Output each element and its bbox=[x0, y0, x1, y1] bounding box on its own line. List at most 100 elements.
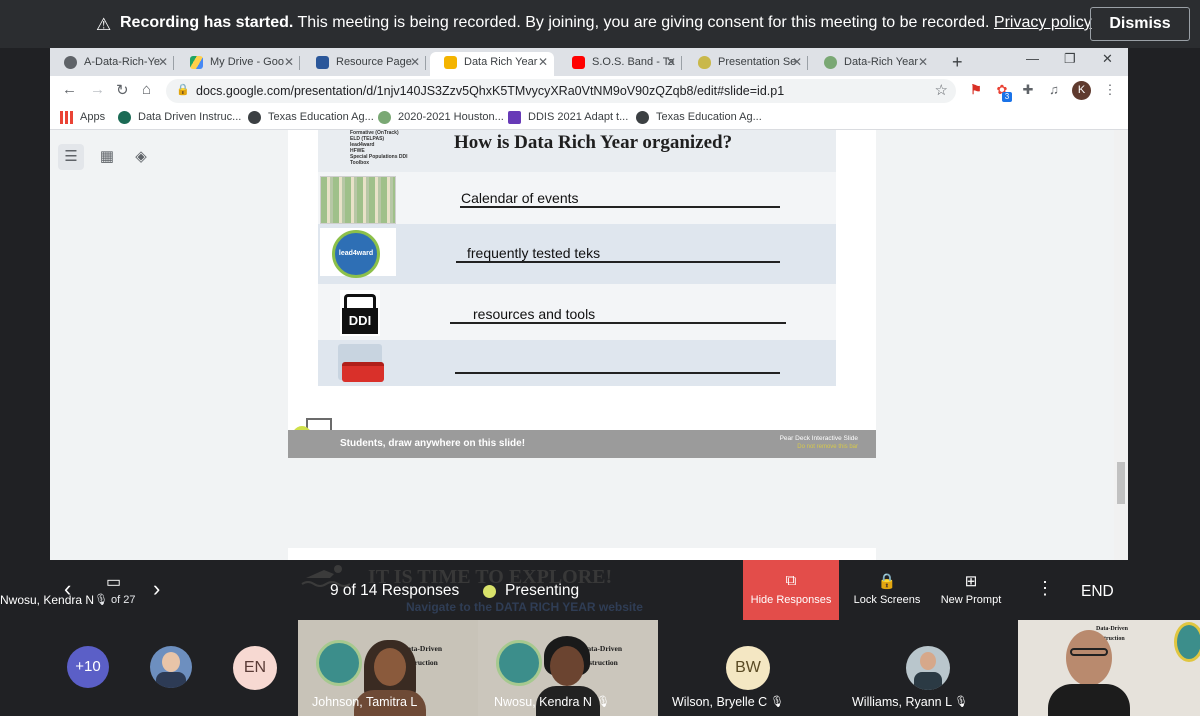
scrollbar[interactable] bbox=[1114, 130, 1128, 560]
bookmark-apps[interactable]: Apps bbox=[60, 111, 105, 124]
globe-icon bbox=[64, 56, 77, 69]
tab-resource-page[interactable]: Resource Page ✕ bbox=[302, 52, 426, 76]
puzzle-icon[interactable]: ✚ bbox=[1020, 82, 1036, 98]
participant-video-host[interactable]: Data-Driven Instruction bbox=[1018, 620, 1200, 716]
participant-name: Nwosu, Kendra N bbox=[494, 695, 592, 709]
mic-muted-icon: 🎙 bbox=[596, 696, 610, 708]
slide-row-blank bbox=[318, 340, 836, 386]
previous-slide-icon[interactable]: ‹ bbox=[64, 576, 71, 602]
bookmark-houston[interactable]: 2020-2021 Houston... bbox=[378, 111, 504, 124]
close-icon[interactable]: ✕ bbox=[918, 52, 928, 72]
extension-badge: 3 bbox=[1002, 92, 1012, 102]
new-tab-icon[interactable]: + bbox=[952, 52, 963, 73]
minimize-icon[interactable]: — bbox=[1026, 51, 1039, 66]
google-drive-icon bbox=[190, 56, 203, 69]
profile-avatar[interactable]: K bbox=[1072, 81, 1091, 100]
tab-sos-band[interactable]: S.O.S. Band - Ta ✕ bbox=[558, 52, 682, 76]
row-text: frequently tested teks bbox=[467, 245, 601, 261]
bookmark-ddis[interactable]: DDIS 2021 Adapt t... bbox=[508, 111, 628, 124]
next-slide-icon[interactable]: › bbox=[153, 576, 160, 602]
slide-title-row: Formative (OnTrack) ELD (TELPAS) lead4wa… bbox=[318, 130, 836, 172]
globe-icon bbox=[636, 111, 649, 124]
browser-toolbar: ← → ↻ ⌂ 🔒 docs.google.com/presentation/d… bbox=[50, 76, 1128, 106]
slide-preview-subtitle: Navigate to the DATA RICH YEAR website bbox=[406, 600, 643, 614]
row-text: resources and tools bbox=[473, 306, 596, 322]
close-icon[interactable]: ✕ bbox=[666, 52, 676, 72]
slide-row-teks: lead4ward frequently tested teks bbox=[318, 224, 836, 284]
pear-deck-note: Do not remove this bar bbox=[797, 444, 858, 450]
grid-view-icon[interactable]: ▦ bbox=[94, 144, 120, 170]
close-icon[interactable]: ✕ bbox=[158, 52, 168, 72]
close-window-icon[interactable]: ✕ bbox=[1102, 51, 1113, 67]
tab-data-rich-year-2[interactable]: Data-Rich Year ✕ bbox=[810, 52, 934, 76]
reload-icon[interactable]: ↻ bbox=[116, 81, 129, 99]
end-button[interactable]: END bbox=[1081, 583, 1114, 601]
draw-instruction: Students, draw anywhere on this slide! bbox=[340, 438, 526, 449]
participant-video-johnson[interactable]: Data-Driven Instruction Johnson, Tamitra… bbox=[298, 620, 478, 716]
presenting-status: Presenting bbox=[505, 582, 580, 599]
lock-screens-button[interactable]: 🔒 Lock Screens bbox=[848, 560, 926, 620]
menu-kebab-icon[interactable]: ⋮ bbox=[1102, 82, 1118, 98]
responses-counter[interactable]: 9 of 14 Responses bbox=[330, 582, 459, 600]
globe-icon bbox=[248, 111, 261, 124]
new-prompt-button[interactable]: ⊞ New Prompt bbox=[934, 560, 1008, 620]
address-bar[interactable]: 🔒 docs.google.com/presentation/d/1njv140… bbox=[166, 79, 956, 103]
bookmark-texas-education-2[interactable]: Texas Education Ag... bbox=[636, 111, 762, 124]
participant-tile-williams[interactable]: Williams, Ryann L 🎙 bbox=[840, 620, 1016, 716]
slide-screen-icon[interactable]: ▭ bbox=[106, 572, 121, 592]
forms-icon bbox=[508, 111, 521, 124]
bookmark-star-icon[interactable]: ☆ bbox=[935, 81, 948, 99]
calendar-thumbnail bbox=[320, 176, 396, 224]
participant-tile-wilson[interactable]: BW Wilson, Bryelle C 🎙 bbox=[660, 620, 836, 716]
restore-icon[interactable]: ❐ bbox=[1064, 51, 1076, 67]
answer-line bbox=[456, 261, 780, 263]
back-icon[interactable]: ← bbox=[62, 81, 77, 98]
close-icon[interactable]: ✕ bbox=[410, 52, 420, 72]
forward-icon[interactable]: → bbox=[90, 81, 105, 98]
more-participants-badge[interactable]: +10 bbox=[67, 646, 109, 688]
tab-label: Presentation Se bbox=[718, 56, 797, 68]
site-icon bbox=[378, 111, 391, 124]
presenter-bar: IT IS TIME TO EXPLORE! Navigate to the D… bbox=[0, 560, 1200, 620]
pear-deck-label: Pear Deck Interactive Slide bbox=[779, 435, 858, 442]
lock-icon: 🔒 bbox=[176, 84, 190, 96]
ddi-logo bbox=[496, 640, 542, 686]
ddi-logo bbox=[316, 640, 362, 686]
ddi-logo bbox=[1174, 622, 1200, 662]
mini-list: Formative (OnTrack) ELD (TELPAS) lead4wa… bbox=[350, 130, 408, 166]
tab-a-data-rich-year[interactable]: A-Data-Rich-Ye ✕ bbox=[50, 52, 174, 76]
home-icon[interactable]: ⌂ bbox=[142, 81, 151, 98]
bookmark-data-driven[interactable]: Data Driven Instruc... bbox=[118, 111, 241, 124]
more-options-icon[interactable]: ⋮ bbox=[1036, 578, 1054, 599]
tab-label: My Drive - Goo bbox=[210, 56, 284, 68]
layers-icon[interactable]: ◈ bbox=[128, 144, 154, 170]
participant-video-nwosu[interactable]: Data-Driven Instruction Nwosu, Kendra N … bbox=[478, 620, 658, 716]
dismiss-button[interactable]: Dismiss bbox=[1090, 7, 1190, 41]
close-icon[interactable]: ✕ bbox=[538, 52, 548, 72]
bookmark-texas-education-1[interactable]: Texas Education Ag... bbox=[248, 111, 374, 124]
tab-data-rich-year[interactable]: Data Rich Year ✕ bbox=[430, 52, 554, 76]
tab-my-drive[interactable]: My Drive - Goo ✕ bbox=[176, 52, 300, 76]
warning-icon: ⚠ bbox=[96, 15, 112, 34]
site-icon bbox=[824, 56, 837, 69]
participant-initials-en[interactable]: EN bbox=[233, 646, 277, 690]
participant-name: Wilson, Bryelle C bbox=[672, 695, 768, 709]
list-view-icon[interactable]: ☰ bbox=[58, 144, 84, 170]
participant-avatar[interactable] bbox=[150, 646, 192, 688]
privacy-policy-link[interactable]: Privacy policy bbox=[994, 14, 1092, 31]
scrollbar-thumb[interactable] bbox=[1117, 462, 1125, 504]
close-icon[interactable]: ✕ bbox=[792, 52, 802, 72]
answer-line bbox=[460, 206, 780, 208]
url-text[interactable]: docs.google.com/presentation/d/1njv140JS… bbox=[196, 84, 784, 98]
browser-window: A-Data-Rich-Ye ✕ My Drive - Goo ✕ Resour… bbox=[50, 48, 1128, 560]
participants-strip: +10 EN Data-Driven Instruction Johnson, … bbox=[0, 620, 1200, 716]
pear-deck-icon bbox=[698, 56, 711, 69]
hide-responses-button[interactable]: ⧉ Hide Responses bbox=[743, 560, 839, 620]
banner-message: Recording has started. This meeting is b… bbox=[120, 14, 1092, 31]
apps-grid-icon bbox=[60, 111, 73, 124]
media-control-icon[interactable]: ♫ bbox=[1046, 82, 1062, 98]
pdf-extension-icon[interactable]: ⚑ bbox=[968, 82, 984, 98]
site-icon bbox=[118, 111, 131, 124]
close-icon[interactable]: ✕ bbox=[284, 52, 294, 72]
tab-presentation-session[interactable]: Presentation Se ✕ bbox=[684, 52, 808, 76]
